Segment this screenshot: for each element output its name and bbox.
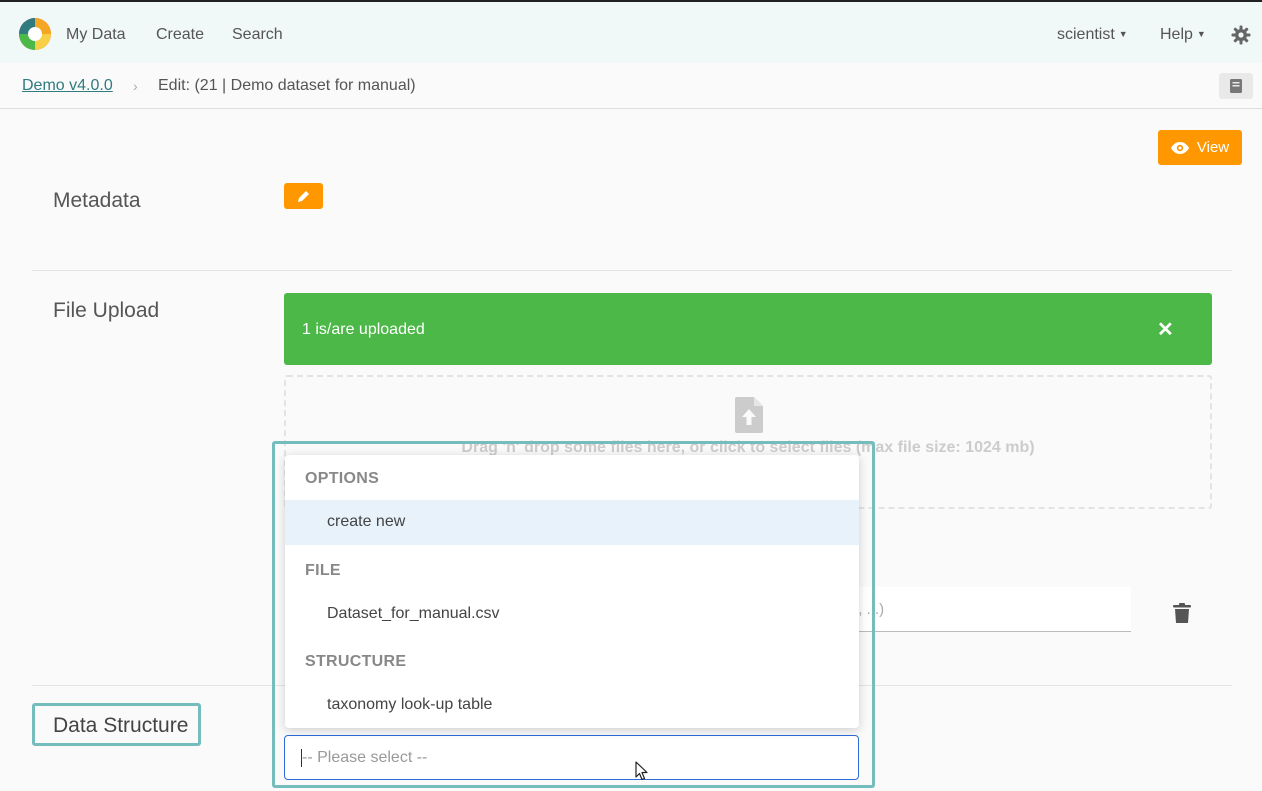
nav-my-data[interactable]: My Data (66, 26, 126, 44)
edit-metadata-button[interactable] (284, 183, 323, 209)
eye-icon (1170, 141, 1189, 154)
data-structure-dropdown-menu: OPTIONS create new FILE Dataset_for_manu… (285, 455, 859, 728)
view-button-label: View (1196, 139, 1230, 156)
select-placeholder: -- Please select -- (302, 749, 428, 766)
option-taxonomy-lookup-table[interactable]: taxonomy look-up table (285, 683, 859, 728)
nav-create[interactable]: Create (156, 26, 204, 44)
option-create-new[interactable]: create new (285, 500, 859, 545)
breadcrumb-home-link[interactable]: Demo v4.0.0 (22, 77, 113, 95)
gear-icon[interactable] (1231, 25, 1251, 45)
group-label-options: OPTIONS (305, 470, 380, 487)
top-navbar: My Data Create Search scientist ▼ Help ▼ (0, 0, 1262, 63)
help-menu[interactable]: Help ▼ (1160, 26, 1206, 44)
app-logo-icon[interactable] (18, 17, 52, 51)
user-menu[interactable]: scientist ▼ (1057, 26, 1128, 44)
breadcrumb-current: Edit: (21 | Demo dataset for manual) (158, 77, 416, 94)
file-upload-icon (735, 397, 763, 433)
section-title-metadata: Metadata (53, 189, 141, 212)
option-dataset-file[interactable]: Dataset_for_manual.csv (285, 592, 859, 637)
section-divider (32, 270, 1232, 271)
section-title-data-structure: Data Structure (53, 714, 189, 737)
mouse-pointer-icon (635, 761, 648, 781)
option-label: Dataset_for_manual.csv (327, 605, 500, 622)
help-menu-label: Help (1160, 26, 1193, 43)
nav-search[interactable]: Search (232, 26, 283, 44)
upload-success-alert: 1 is/are uploaded ✕ (284, 293, 1212, 365)
data-structure-highlight: Data Structure (32, 703, 201, 746)
group-label-structure: STRUCTURE (305, 653, 407, 670)
text-cursor (301, 749, 302, 767)
option-label: create new (327, 513, 406, 530)
caret-down-icon: ▼ (1118, 29, 1128, 39)
close-icon[interactable]: ✕ (1157, 317, 1174, 342)
view-button[interactable]: View (1158, 130, 1242, 165)
pencil-icon (297, 191, 309, 202)
breadcrumb: Demo v4.0.0 › Edit: (21 | Demo dataset f… (0, 63, 1262, 109)
alert-message: 1 is/are uploaded (302, 321, 425, 338)
caret-down-icon: ▼ (1196, 29, 1206, 39)
document-icon (1230, 79, 1242, 93)
trash-icon[interactable] (1173, 603, 1191, 623)
user-menu-label: scientist (1057, 26, 1115, 43)
group-label-file: FILE (305, 562, 341, 579)
option-label: taxonomy look-up table (327, 696, 493, 713)
section-title-file-upload: File Upload (53, 299, 160, 322)
documentation-button[interactable] (1219, 73, 1253, 99)
file-name-input[interactable]: n, ...) (830, 587, 1131, 632)
breadcrumb-separator: › (133, 78, 138, 94)
data-structure-select[interactable]: -- Please select -- (284, 735, 859, 780)
